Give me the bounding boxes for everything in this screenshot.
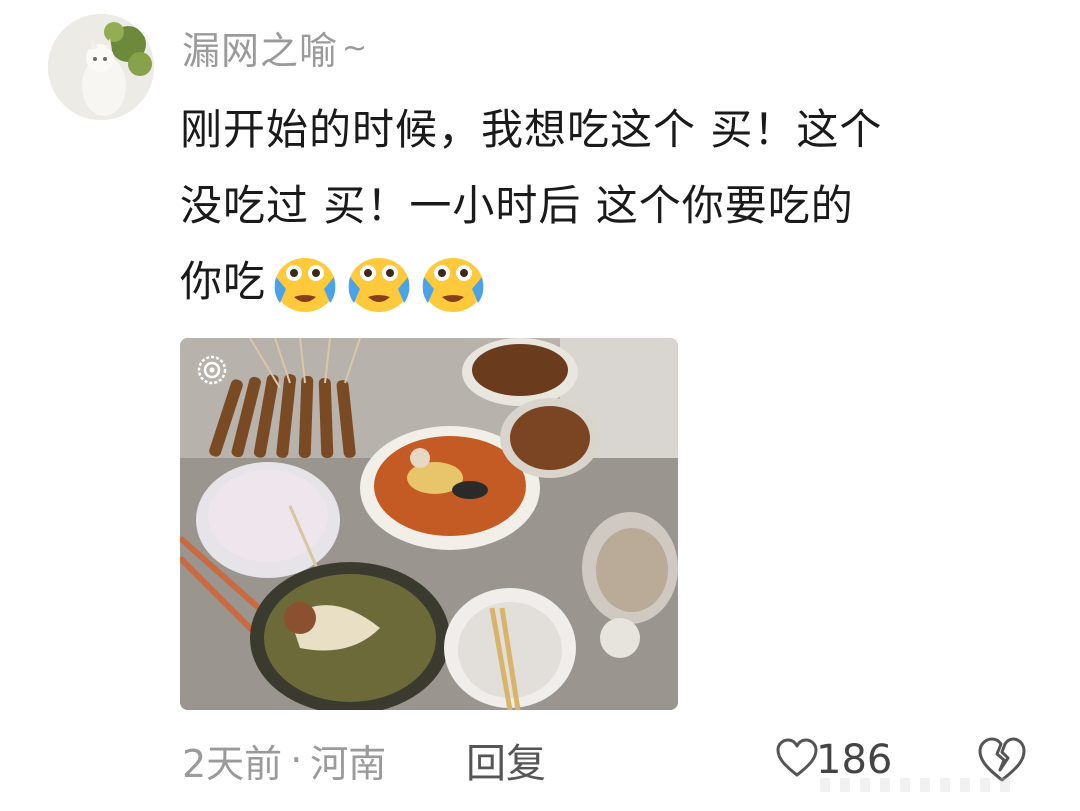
comment-line: 你吃 <box>180 257 267 306</box>
crying-laugh-emoji <box>270 249 340 315</box>
reply-button[interactable]: 回复 <box>466 734 546 787</box>
comment-line: 刚开始的时候，我想吃这个 买！这个 <box>180 105 883 154</box>
crying-laugh-emoji <box>344 249 414 315</box>
comment-photo[interactable] <box>180 338 678 710</box>
crying-laugh-emoji <box>418 249 488 315</box>
comment-location: 河南 <box>310 741 387 786</box>
comment-line: 没吃过 买！一小时后 这个你要吃的 <box>180 181 854 230</box>
comment-time: 2天前 <box>182 741 283 786</box>
avatar[interactable] <box>48 14 154 120</box>
comment-text: 刚开始的时候，我想吃这个 买！这个 没吃过 买！一小时后 这个你要吃的 你吃 <box>180 92 1040 320</box>
comment-line-with-emoji: 你吃 <box>180 244 1040 320</box>
like-count: 186 <box>816 737 893 783</box>
tilde-icon: ~ <box>342 31 368 66</box>
comment-header: 漏网之喻 ~ <box>182 20 368 75</box>
comment-meta: 2天前 · 河南 <box>182 734 386 786</box>
heart-outline-icon <box>774 735 820 785</box>
watermark <box>820 778 1020 792</box>
username[interactable]: 漏网之喻 <box>182 20 338 75</box>
meta-separator: · <box>290 738 303 782</box>
